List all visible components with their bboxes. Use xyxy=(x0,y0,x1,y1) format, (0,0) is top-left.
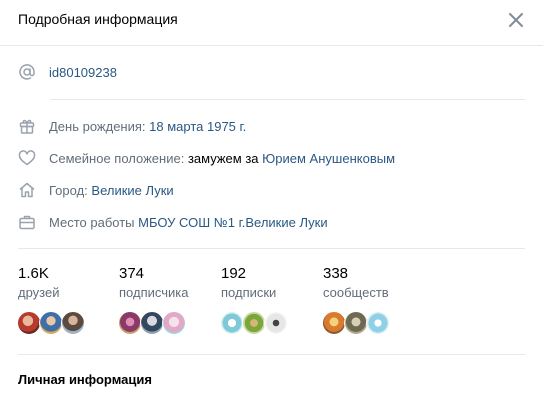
city-link[interactable]: Великие Луки xyxy=(91,183,173,198)
id-row: id80109238 xyxy=(18,62,117,82)
divider xyxy=(50,99,525,100)
family-label: Семейное положение: xyxy=(49,150,185,166)
avatar[interactable] xyxy=(39,311,63,335)
stat-subscriptions[interactable]: 192 подписки xyxy=(221,264,316,302)
avatar[interactable] xyxy=(344,311,368,335)
avatar[interactable] xyxy=(17,311,41,335)
stat-caption: друзей xyxy=(18,285,60,300)
city-row: Город: Великие Луки xyxy=(18,180,174,200)
stat-caption: подписчика xyxy=(119,285,189,300)
spouse-link[interactable]: Юрием Анушенковым xyxy=(262,151,395,166)
at-icon xyxy=(18,63,36,81)
avatar[interactable] xyxy=(264,311,288,335)
stat-count: 338 xyxy=(323,265,349,282)
gift-icon xyxy=(18,117,36,135)
stat-followers[interactable]: 374 подписчика xyxy=(119,264,214,302)
stat-friends[interactable]: 1.6K друзей xyxy=(18,264,113,302)
work-row: Место работы МБОУ СОШ №1 г.Великие Луки xyxy=(18,212,328,232)
family-text: замужем за xyxy=(187,150,259,166)
avatar[interactable] xyxy=(162,311,186,335)
stat-caption: сообществ xyxy=(323,285,389,300)
avatar[interactable] xyxy=(118,311,142,335)
close-icon[interactable] xyxy=(505,9,527,31)
avatar[interactable] xyxy=(242,311,266,335)
birthday-row: День рождения: 18 марта 1975 г. xyxy=(18,116,246,136)
section-title: Личная информация xyxy=(18,372,152,387)
avatar[interactable] xyxy=(366,311,390,335)
birthday-label: День рождения: xyxy=(49,118,146,134)
city-label: Город: xyxy=(49,182,88,198)
birthday-value[interactable]: 18 марта 1975 г. xyxy=(149,119,246,134)
work-label: Место работы xyxy=(49,214,135,230)
stat-communities[interactable]: 338 сообществ xyxy=(323,264,418,302)
divider xyxy=(18,354,525,355)
family-row: Семейное положение: замужем за Юрием Ану… xyxy=(18,148,395,168)
heart-icon xyxy=(18,149,36,167)
stat-count: 192 xyxy=(221,265,247,282)
stat-caption: подписки xyxy=(221,285,277,300)
avatar[interactable] xyxy=(322,311,346,335)
avatar[interactable] xyxy=(140,311,164,335)
modal-title: Подробная информация xyxy=(18,11,178,27)
work-link[interactable]: МБОУ СОШ №1 г.Великие Луки xyxy=(138,215,327,230)
avatar[interactable] xyxy=(61,311,85,335)
avatar[interactable] xyxy=(220,311,244,335)
briefcase-icon xyxy=(18,213,36,231)
stat-count: 374 xyxy=(119,265,145,282)
divider xyxy=(18,248,525,249)
stat-count: 1.6K xyxy=(18,265,49,282)
home-icon xyxy=(18,181,36,199)
profile-id-link[interactable]: id80109238 xyxy=(49,65,117,80)
modal-header: Подробная информация xyxy=(0,0,543,46)
